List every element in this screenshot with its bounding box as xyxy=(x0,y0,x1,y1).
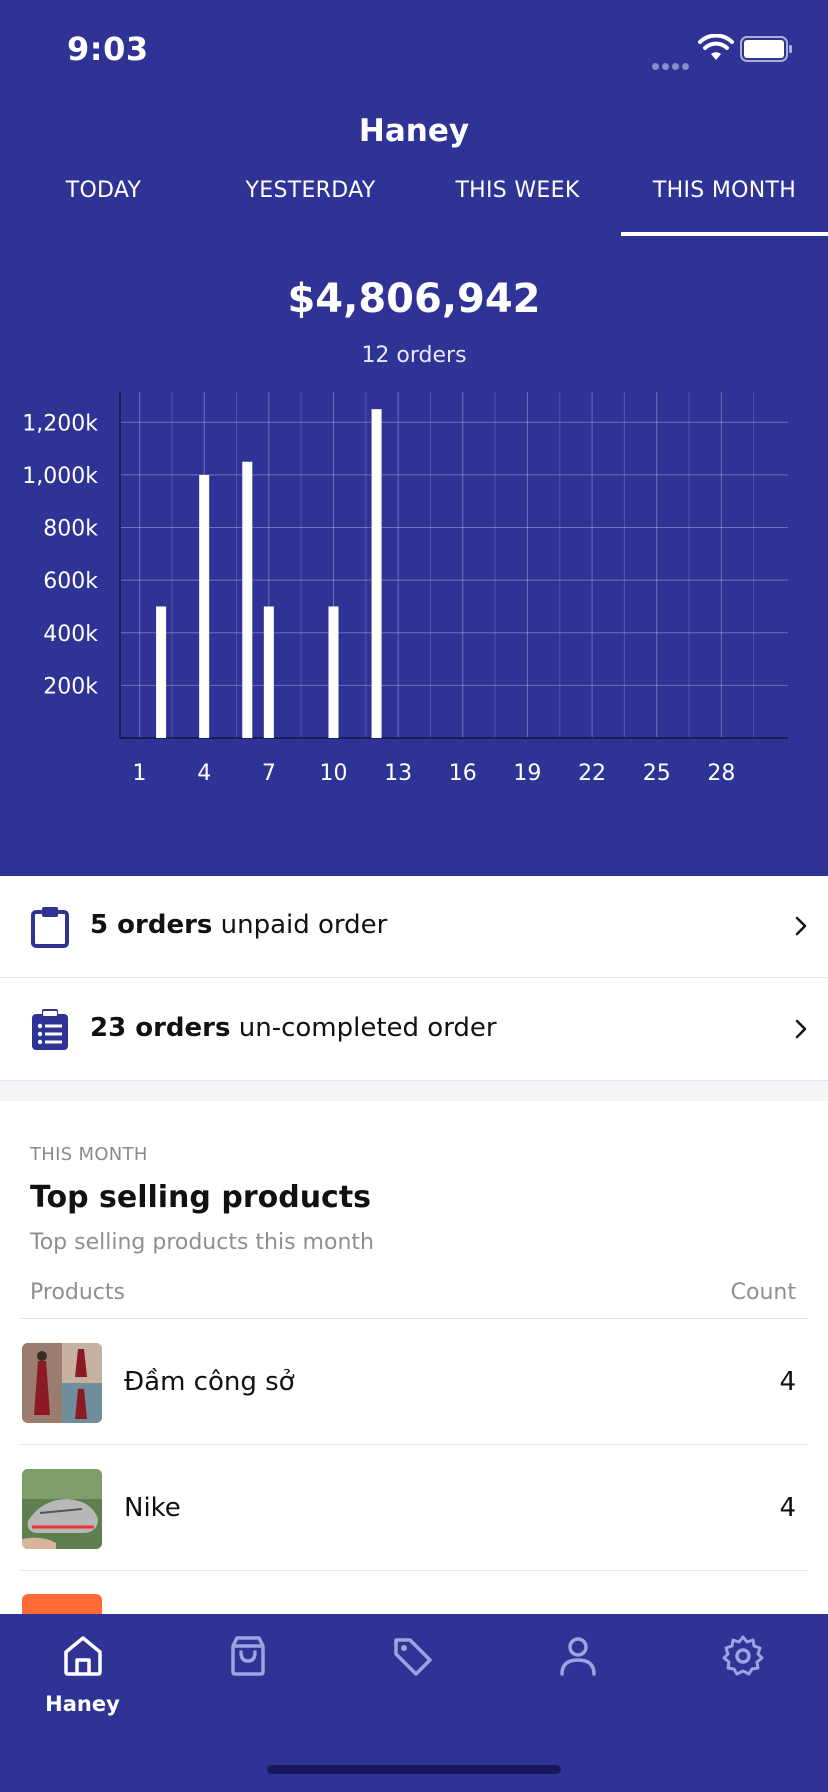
tab-label: YESTERDAY xyxy=(245,178,376,203)
gear-icon xyxy=(722,1635,764,1676)
chart-bar xyxy=(328,606,339,738)
tab-this-week[interactable]: THIS WEEK xyxy=(414,178,621,236)
tab-label: THIS MONTH xyxy=(652,178,797,203)
clipboard-icon xyxy=(31,907,69,948)
page-title: Haney xyxy=(358,113,470,149)
chart-bar xyxy=(371,409,382,738)
tab-label: TODAY xyxy=(65,178,142,203)
section-kicker: THIS MONTH xyxy=(30,1144,148,1165)
revenue-chart: 200k 400k 600k 800k 1,000k 1,200k 1 4 7 10 13 16 19 2… xyxy=(22,392,788,786)
x-tick-label: 13 xyxy=(384,761,412,786)
product-name: Đầm công sở xyxy=(124,1367,295,1397)
column-header-products: Products xyxy=(30,1280,125,1305)
unpaid-orders-text: 5 orders unpaid order xyxy=(90,910,387,940)
product-count: 4 xyxy=(779,1493,796,1523)
x-tick-label: 4 xyxy=(197,761,211,786)
product-count: 4 xyxy=(779,1367,796,1397)
chevron-right-icon xyxy=(795,1019,807,1039)
chart-bar xyxy=(199,474,210,738)
column-header-count: Count xyxy=(730,1280,796,1305)
wifi-icon xyxy=(698,34,734,60)
section-divider xyxy=(0,1081,828,1101)
shopping-bag-icon xyxy=(231,1636,265,1676)
x-tick-label: 16 xyxy=(449,761,477,786)
x-tick-label: 19 xyxy=(513,761,541,786)
status-time: 9:03 xyxy=(67,30,149,68)
tab-this-month[interactable]: THIS MONTH xyxy=(621,178,828,236)
y-tick-label: 600k xyxy=(43,569,98,594)
chart-bar xyxy=(156,606,167,738)
y-tick-label: 1,200k xyxy=(22,411,98,436)
revenue-total: $4,806,942 xyxy=(287,276,541,322)
product-thumbnail xyxy=(22,1469,102,1549)
uncompleted-orders-row[interactable]: 23 orders un-completed order xyxy=(0,979,828,1081)
x-tick-label: 1 xyxy=(133,761,147,786)
tab-customers[interactable] xyxy=(495,1614,660,1734)
tab-home[interactable]: Haney xyxy=(0,1614,165,1734)
y-tick-label: 400k xyxy=(43,622,98,647)
section-subtitle: Top selling products this month xyxy=(30,1230,374,1255)
uncompleted-orders-label: un-completed order xyxy=(238,1013,497,1043)
tab-settings[interactable] xyxy=(660,1614,825,1734)
tab-label: Haney xyxy=(45,1692,120,1716)
tab-label: THIS WEEK xyxy=(455,178,580,203)
tab-products[interactable] xyxy=(330,1614,495,1734)
status-bar: 9:03 xyxy=(0,0,828,100)
y-tick-label: 1,000k xyxy=(22,464,98,489)
tab-orders[interactable] xyxy=(165,1614,330,1734)
orders-count: 12 orders xyxy=(361,343,467,368)
battery-icon xyxy=(740,36,792,62)
chart-bar xyxy=(263,606,274,738)
x-tick-label: 10 xyxy=(319,761,347,786)
signal-icon xyxy=(652,55,692,74)
product-name: Nike xyxy=(124,1493,181,1523)
clipboard-list-icon xyxy=(32,1009,68,1050)
x-tick-label: 28 xyxy=(707,761,735,786)
user-icon xyxy=(560,1637,596,1676)
tag-icon xyxy=(394,1638,432,1676)
dashboard-hero: 9:03 Haney TODAY YESTERDAY THIS WEEK THI… xyxy=(0,0,828,876)
section-title: Top selling products xyxy=(30,1180,372,1215)
chart-bar xyxy=(242,461,253,738)
unpaid-orders-label: unpaid order xyxy=(220,910,388,940)
uncompleted-orders-text: 23 orders un-completed order xyxy=(90,1013,497,1043)
unpaid-orders-count: 5 orders xyxy=(90,910,213,940)
home-icon xyxy=(64,1636,102,1676)
x-tick-label: 7 xyxy=(262,761,276,786)
chevron-right-icon xyxy=(795,916,807,936)
period-tabs: TODAY YESTERDAY THIS WEEK THIS MONTH xyxy=(0,178,828,236)
product-row[interactable]: Đầm công sở 4 xyxy=(20,1319,808,1445)
unpaid-orders-row[interactable]: 5 orders unpaid order xyxy=(0,876,828,978)
x-tick-label: 22 xyxy=(578,761,606,786)
x-tick-label: 25 xyxy=(643,761,671,786)
tab-yesterday[interactable]: YESTERDAY xyxy=(207,178,414,236)
product-row[interactable]: Nike 4 xyxy=(20,1445,808,1571)
uncompleted-orders-count: 23 orders xyxy=(90,1013,231,1043)
y-tick-label: 800k xyxy=(43,517,98,542)
y-tick-label: 200k xyxy=(43,674,98,699)
product-thumbnail xyxy=(22,1343,102,1423)
tab-today[interactable]: TODAY xyxy=(0,178,207,236)
home-indicator xyxy=(267,1765,561,1774)
